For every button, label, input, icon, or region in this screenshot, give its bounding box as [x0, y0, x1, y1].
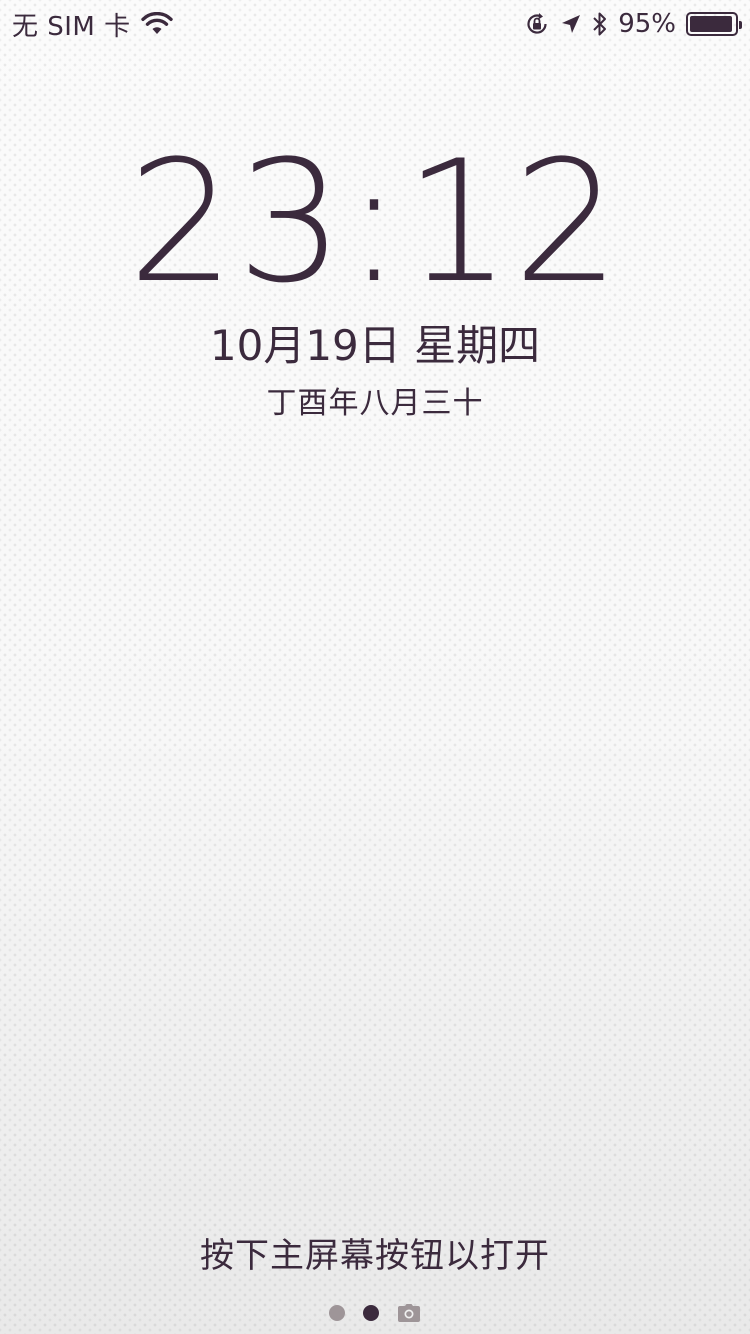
page-dot-notifications[interactable] [329, 1305, 345, 1321]
lock-screen-time: 23:12 [127, 124, 623, 320]
status-bar: 无 SIM 卡 95% [0, 0, 750, 48]
status-bar-left: 无 SIM 卡 [12, 6, 173, 43]
page-indicator[interactable] [0, 1302, 750, 1324]
status-bar-right: 95% [524, 9, 742, 39]
camera-icon[interactable] [397, 1303, 421, 1323]
carrier-label: 无 SIM 卡 [12, 11, 131, 42]
bluetooth-icon [592, 11, 608, 37]
orientation-lock-icon [524, 11, 550, 37]
battery-level-fill [690, 16, 732, 32]
battery-percentage: 95% [618, 9, 676, 39]
lock-screen-date: 10月19日 星期四 [209, 321, 541, 370]
location-arrow-icon [560, 13, 582, 35]
page-dot-lock-screen[interactable] [363, 1305, 379, 1321]
battery-icon [686, 12, 742, 36]
wifi-icon [140, 12, 173, 36]
lunar-date: 丁酉年八月三十 [266, 386, 484, 421]
unlock-hint: 按下主屏幕按钮以打开 [200, 1236, 550, 1276]
